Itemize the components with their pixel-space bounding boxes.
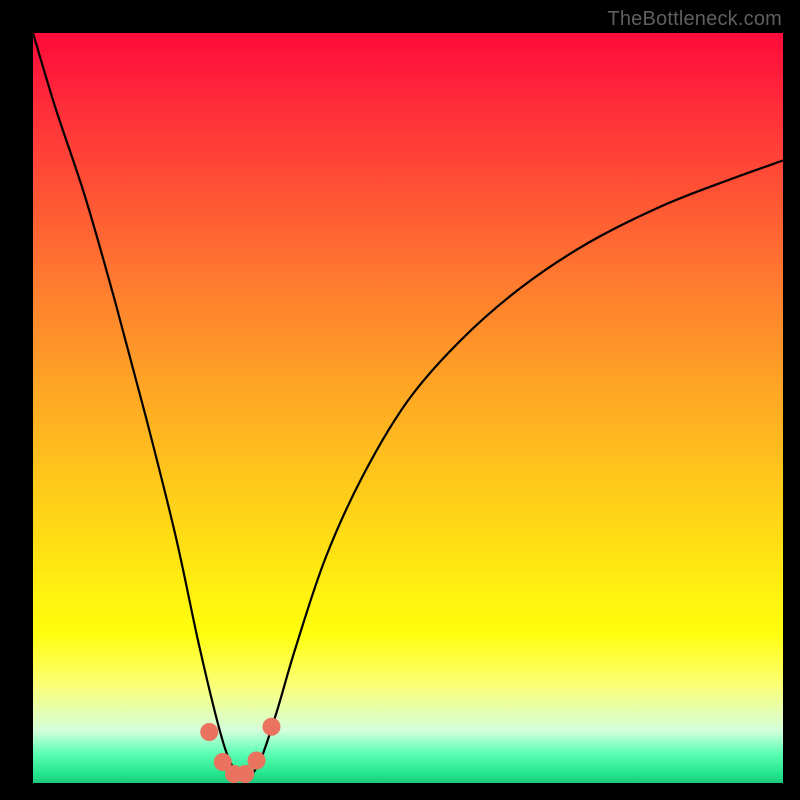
curve-markers <box>200 718 280 783</box>
curve-layer <box>33 33 783 783</box>
curve-marker <box>248 752 266 770</box>
curve-marker <box>263 718 281 736</box>
bottleneck-curve <box>33 33 783 778</box>
watermark-label: TheBottleneck.com <box>607 8 782 31</box>
chart-frame: TheBottleneck.com <box>0 0 800 800</box>
curve-marker <box>200 723 218 741</box>
plot-area <box>33 33 783 783</box>
